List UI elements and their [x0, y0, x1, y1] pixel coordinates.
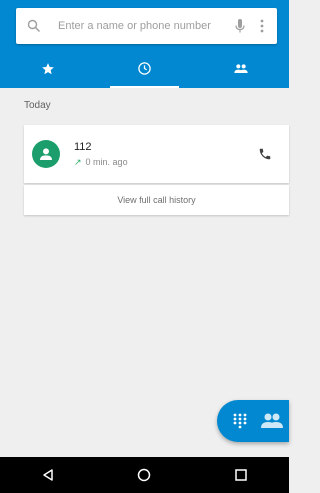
- nav-back-button[interactable]: [28, 457, 68, 493]
- mic-icon[interactable]: [229, 8, 251, 44]
- search-icon: [20, 8, 48, 44]
- call-time: 0 min. ago: [85, 157, 128, 167]
- star-icon: [41, 62, 55, 81]
- system-navigation-bar: [0, 457, 289, 493]
- contacts-people-icon[interactable]: [257, 400, 287, 442]
- view-full-call-history-button[interactable]: View full call history: [24, 185, 289, 215]
- back-triangle-icon: [43, 469, 53, 481]
- recents-square-icon: [235, 469, 247, 481]
- avatar[interactable]: [32, 140, 60, 168]
- contacts-group-icon: [233, 62, 249, 80]
- call-back-button[interactable]: [255, 144, 275, 164]
- call-number: 112: [74, 140, 92, 153]
- more-options-icon[interactable]: [251, 8, 273, 44]
- floating-action-button[interactable]: [217, 400, 289, 442]
- outgoing-call-arrow-icon: ↗: [74, 156, 82, 167]
- tab-recents[interactable]: [96, 54, 192, 88]
- call-log-item[interactable]: 112 ↗ 0 min. ago: [24, 125, 289, 183]
- tab-bar: [0, 54, 289, 88]
- nav-recents-button[interactable]: [221, 457, 261, 493]
- search-input[interactable]: [48, 8, 229, 44]
- section-header-today: Today: [24, 100, 51, 111]
- tab-contacts[interactable]: [193, 54, 289, 88]
- app-header: [0, 0, 289, 88]
- phone-icon: [259, 148, 271, 160]
- clock-icon: [137, 61, 152, 81]
- dialpad-icon[interactable]: [223, 400, 257, 442]
- nav-home-button[interactable]: [124, 457, 164, 493]
- home-circle-icon: [138, 468, 151, 482]
- search-bar[interactable]: [16, 8, 277, 44]
- tab-favorites[interactable]: [0, 54, 96, 88]
- person-icon: [40, 148, 52, 160]
